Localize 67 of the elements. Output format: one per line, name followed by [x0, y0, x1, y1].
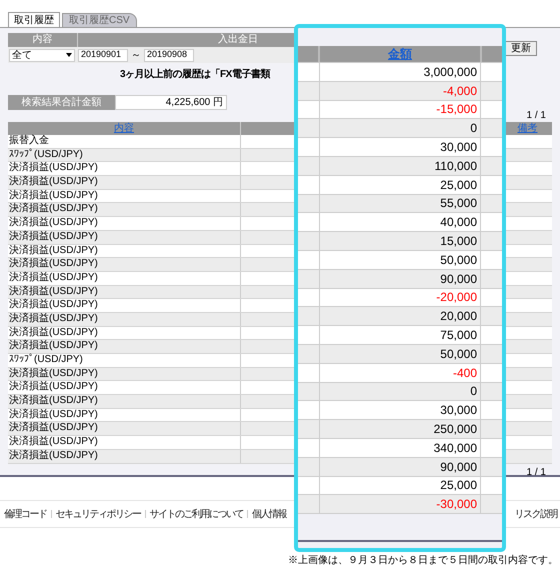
amount-value: 40,000 [440, 215, 477, 230]
column-header: 入出金日 [217, 33, 259, 47]
amount-value: 250,000 [434, 422, 477, 436]
amount-value: 15,000 [440, 234, 477, 248]
table-cell: 決済損益(USD/JPY) [8, 258, 241, 271]
table-cell: 決済損益(USD/JPY) [8, 230, 241, 244]
table-cell: 決済損益(USD/JPY) [8, 381, 241, 394]
amount-value: 30,000 [440, 403, 477, 418]
table-cell: 決済損益(USD/JPY) [8, 326, 241, 340]
footer-link[interactable]: 個人情報 [252, 506, 286, 522]
update-button[interactable]: 更新 [505, 40, 537, 56]
history-notice: 3ヶ月以上前の履歴は「FX電子書類 [120, 68, 270, 81]
amount-value: 0 [470, 121, 477, 136]
type-select[interactable]: 全て [9, 48, 75, 62]
table-cell: ｽﾜｯﾌﾟ(USD/JPY) [8, 148, 241, 162]
table-cell: 決済損益(USD/JPY) [8, 368, 241, 380]
caption-note: ※上画像は、９月３日から８日まで５日間の取引内容です。 [288, 555, 558, 567]
amount-value: 3,000,000 [424, 64, 477, 79]
amount-value: -4,000 [442, 84, 477, 98]
range-separator: ～ [131, 48, 141, 62]
amount-value: 25,000 [440, 478, 477, 492]
table-cell: 決済損益(USD/JPY) [8, 244, 241, 258]
amount-value: 30,000 [440, 140, 477, 154]
footer-link[interactable]: セキュリティポリシー [56, 506, 140, 522]
page-indicator: 1 / 1 [526, 111, 546, 121]
table-cell: 決済損益(USD/JPY) [8, 176, 241, 189]
table-cell: 決済損益(USD/JPY) [8, 312, 241, 326]
amount-value: -400 [452, 366, 477, 380]
footer-link[interactable]: サイトのご利用について [150, 506, 243, 522]
tab[interactable]: 取引履歴 [8, 12, 60, 27]
amount-value: 340,000 [434, 440, 477, 455]
amount-value: -20,000 [436, 290, 477, 304]
amount-value: -30,000 [436, 497, 477, 512]
amount-value: 50,000 [440, 252, 477, 267]
table-cell: 決済損益(USD/JPY) [8, 436, 241, 449]
amount-value: 20,000 [440, 309, 477, 324]
amount-value: 55,000 [440, 196, 477, 210]
table-cell: ｽﾜｯﾌﾟ(USD/JPY) [8, 354, 241, 367]
amount-value: 0 [470, 384, 477, 398]
total-label: 検索結果合計金額 [8, 95, 115, 110]
amount-value: 90,000 [440, 272, 477, 286]
table-cell: 決済損益(USD/JPY) [8, 203, 241, 216]
table-cell: 決済損益(USD/JPY) [8, 190, 241, 202]
amount-value: 50,000 [440, 346, 477, 361]
total-amount: 4,225,600 円 [115, 95, 227, 110]
table-cell: 決済損益(USD/JPY) [8, 162, 241, 176]
table-cell: 決済損益(USD/JPY) [8, 286, 241, 298]
table-cell: 決済損益(USD/JPY) [8, 272, 241, 285]
amount-value: -15,000 [436, 102, 477, 116]
amount-value: 75,000 [440, 328, 477, 342]
page-indicator: 1 / 1 [526, 466, 546, 478]
footer-link[interactable]: 倫理コード [4, 506, 46, 522]
table-cell: 決済損益(USD/JPY) [8, 299, 241, 312]
table-cell: 決済損益(USD/JPY) [8, 450, 241, 462]
amount-value: 110,000 [434, 158, 477, 173]
date-from-field[interactable]: 20190901 [78, 48, 128, 62]
table-cell: 決済損益(USD/JPY) [8, 422, 241, 436]
table-cell: 決済損益(USD/JPY) [8, 217, 241, 230]
date-to-field[interactable]: 20190908 [144, 48, 194, 62]
table-cell: 決済損益(USD/JPY) [8, 395, 241, 408]
footer-link[interactable]: リスク説明 [514, 506, 557, 522]
table-cell: 決済損益(USD/JPY) [8, 408, 241, 422]
caret-icon [66, 53, 72, 57]
table-cell: 振替入金 [8, 135, 241, 148]
table-cell: 決済損益(USD/JPY) [8, 340, 241, 353]
amount-value: 25,000 [440, 178, 477, 192]
amount-value: 90,000 [440, 460, 477, 474]
